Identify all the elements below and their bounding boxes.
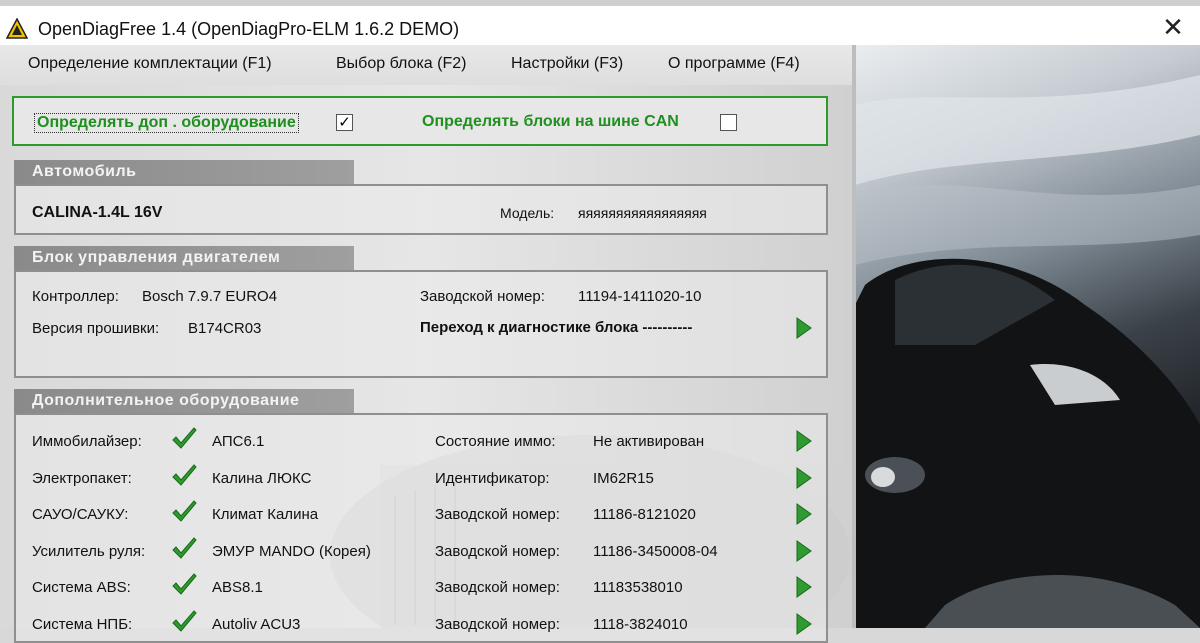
- check-icon: [172, 610, 197, 632]
- check-icon: [172, 464, 197, 486]
- ecu-serial-value: 11194-1411020-10: [578, 288, 702, 305]
- car-photo: [855, 45, 1200, 628]
- equipment-property-label: Идентификатор:: [435, 470, 550, 487]
- equipment-value: Autoliv ACU3: [212, 616, 301, 633]
- car-section-header: Автомобиль: [14, 160, 354, 184]
- equipment-property-label: Заводской номер:: [435, 506, 560, 523]
- equipment-property-label: Заводской номер:: [435, 579, 560, 596]
- equipment-property-value: 11186-8121020: [593, 506, 696, 523]
- detect-extra-checkbox[interactable]: ✓: [336, 114, 353, 131]
- equipment-value: Калина ЛЮКС: [212, 470, 312, 487]
- check-icon: [172, 427, 197, 449]
- equipment-label: Система ABS:: [32, 579, 131, 596]
- check-icon: [172, 500, 197, 522]
- equipment-label: САУО/САУКУ:: [32, 506, 129, 523]
- equipment-value: АПС6.1: [212, 433, 265, 450]
- model-label: Модель:: [500, 205, 555, 221]
- equipment-property-value: 1118-3824010: [593, 616, 688, 633]
- goto-diagnostics-label[interactable]: Переход к диагностике блока ----------: [420, 319, 692, 336]
- equipment-value: Климат Калина: [212, 506, 319, 523]
- equipment-property-label: Состояние иммо:: [435, 433, 556, 450]
- detect-extra-label[interactable]: Определять доп . оборудование: [34, 113, 299, 133]
- detect-can-checkbox[interactable]: [720, 114, 737, 131]
- car-section: CALINA-1.4L 16V Модель: яяяяяяяяяяяяяяяя…: [14, 184, 828, 235]
- title-bar: OpenDiagFree 1.4 (OpenDiagPro-ELM 1.6.2 …: [0, 0, 1200, 45]
- equipment-value: ЭМУР MANDO (Корея): [212, 543, 371, 560]
- equipment-property-value: IM62R15: [593, 470, 654, 487]
- equipment-label: Система НПБ:: [32, 616, 133, 633]
- menu-settings[interactable]: Настройки (F3): [511, 55, 623, 73]
- ecu-section: Контроллер: Bosch 7.9.7 EURO4 Заводской …: [14, 270, 828, 378]
- equipment-property-value: Не активирован: [593, 433, 705, 450]
- green-arrow-icon[interactable]: [796, 503, 812, 525]
- green-arrow-icon[interactable]: [796, 467, 812, 489]
- menu-bar: Определение комплектации (F1) Выбор блок…: [0, 45, 855, 85]
- equipment-property-value: 11186-3450008-04: [593, 543, 718, 560]
- green-arrow-icon[interactable]: [796, 613, 812, 635]
- equipment-property-label: Заводской номер:: [435, 543, 560, 560]
- menu-select-block[interactable]: Выбор блока (F2): [336, 55, 466, 73]
- window-title: OpenDiagFree 1.4 (OpenDiagPro-ELM 1.6.2 …: [38, 19, 460, 39]
- panel-divider: [852, 45, 856, 628]
- green-arrow-icon[interactable]: [796, 576, 812, 598]
- equipment-value: ABS8.1: [212, 579, 263, 596]
- close-icon[interactable]: ✕: [1158, 12, 1188, 42]
- model-value: яяяяяяяяяяяяяяяяя: [578, 205, 707, 221]
- equipment-property-value: 11183538010: [593, 579, 683, 596]
- check-icon: [172, 537, 197, 559]
- check-icon: [172, 573, 197, 595]
- ecu-section-header: Блок управления двигателем: [14, 246, 354, 270]
- goto-diagnostics-arrow-icon[interactable]: [796, 317, 812, 339]
- menu-about[interactable]: О программе (F4): [668, 55, 800, 73]
- app-logo-icon: [6, 18, 28, 39]
- firmware-label: Версия прошивки:: [32, 320, 160, 337]
- detection-options: Определять доп . оборудование ✓ Определя…: [12, 96, 828, 146]
- menu-detect-config[interactable]: Определение комплектации (F1): [28, 55, 272, 73]
- equipment-label: Электропакет:: [32, 470, 132, 487]
- equipment-label: Иммобилайзер:: [32, 433, 142, 450]
- green-arrow-icon[interactable]: [796, 540, 812, 562]
- extra-section-header: Дополнительное оборудование: [14, 389, 354, 413]
- controller-label: Контроллер:: [32, 288, 119, 305]
- detect-can-label[interactable]: Определять блоки на шине CAN: [422, 113, 679, 131]
- car-name: CALINA-1.4L 16V: [32, 204, 163, 221]
- equipment-label: Усилитель руля:: [32, 543, 146, 560]
- controller-value: Bosch 7.9.7 EURO4: [142, 288, 278, 305]
- green-arrow-icon[interactable]: [796, 430, 812, 452]
- ecu-serial-label: Заводской номер:: [420, 288, 545, 305]
- firmware-value: B174CR03: [188, 320, 262, 337]
- equipment-property-label: Заводской номер:: [435, 616, 560, 633]
